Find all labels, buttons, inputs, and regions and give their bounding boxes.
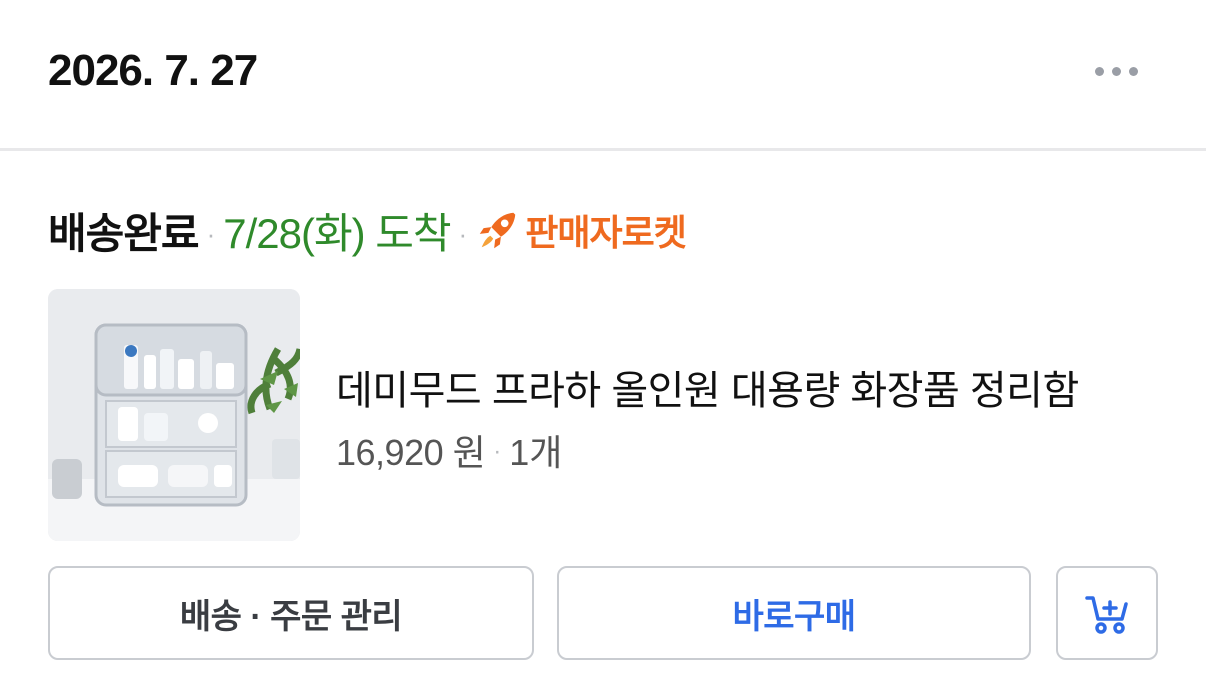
badge-label: 판매자로켓 bbox=[525, 212, 687, 253]
badge-separator: · bbox=[458, 218, 468, 249]
shipping-order-manage-button[interactable]: 배송 · 주문 관리 bbox=[48, 566, 534, 660]
rocket-icon bbox=[480, 212, 516, 249]
manage-button-label: 배송 · 주문 관리 bbox=[179, 597, 403, 636]
add-to-cart-icon bbox=[1085, 596, 1128, 634]
product-price: 16,920 원 bbox=[336, 432, 486, 473]
seller-rocket-badge: 판매자로켓 bbox=[475, 204, 687, 256]
status-separator: · bbox=[206, 218, 216, 249]
product-quantity: 1개 bbox=[509, 432, 563, 473]
delivery-status-line: 배송완료 · 7/28(화) 도착 · 판매자로켓 bbox=[48, 198, 687, 262]
header-divider bbox=[0, 148, 1206, 151]
meta-separator: · bbox=[493, 438, 502, 465]
arrival-date: 7/28(화) 도착 bbox=[223, 209, 451, 257]
product-thumbnail[interactable] bbox=[48, 289, 300, 541]
more-options-button[interactable] bbox=[1086, 58, 1146, 84]
order-header: 2026. 7. 27 bbox=[0, 0, 1206, 151]
cosmetic-organizer-image bbox=[48, 289, 300, 541]
add-to-cart-button[interactable] bbox=[1056, 566, 1158, 660]
more-horizontal-icon bbox=[1094, 66, 1104, 76]
order-date: 2026. 7. 27 bbox=[48, 46, 258, 95]
product-meta: 16,920 원 · 1개 bbox=[336, 424, 562, 476]
product-name[interactable]: 데미무드 프라하 올인원 대용량 화장품 정리함 bbox=[336, 358, 1079, 416]
delivery-status: 배송완료 bbox=[48, 209, 200, 257]
buy-button-label: 바로구매 bbox=[732, 597, 856, 636]
buy-now-button[interactable]: 바로구매 bbox=[557, 566, 1031, 660]
